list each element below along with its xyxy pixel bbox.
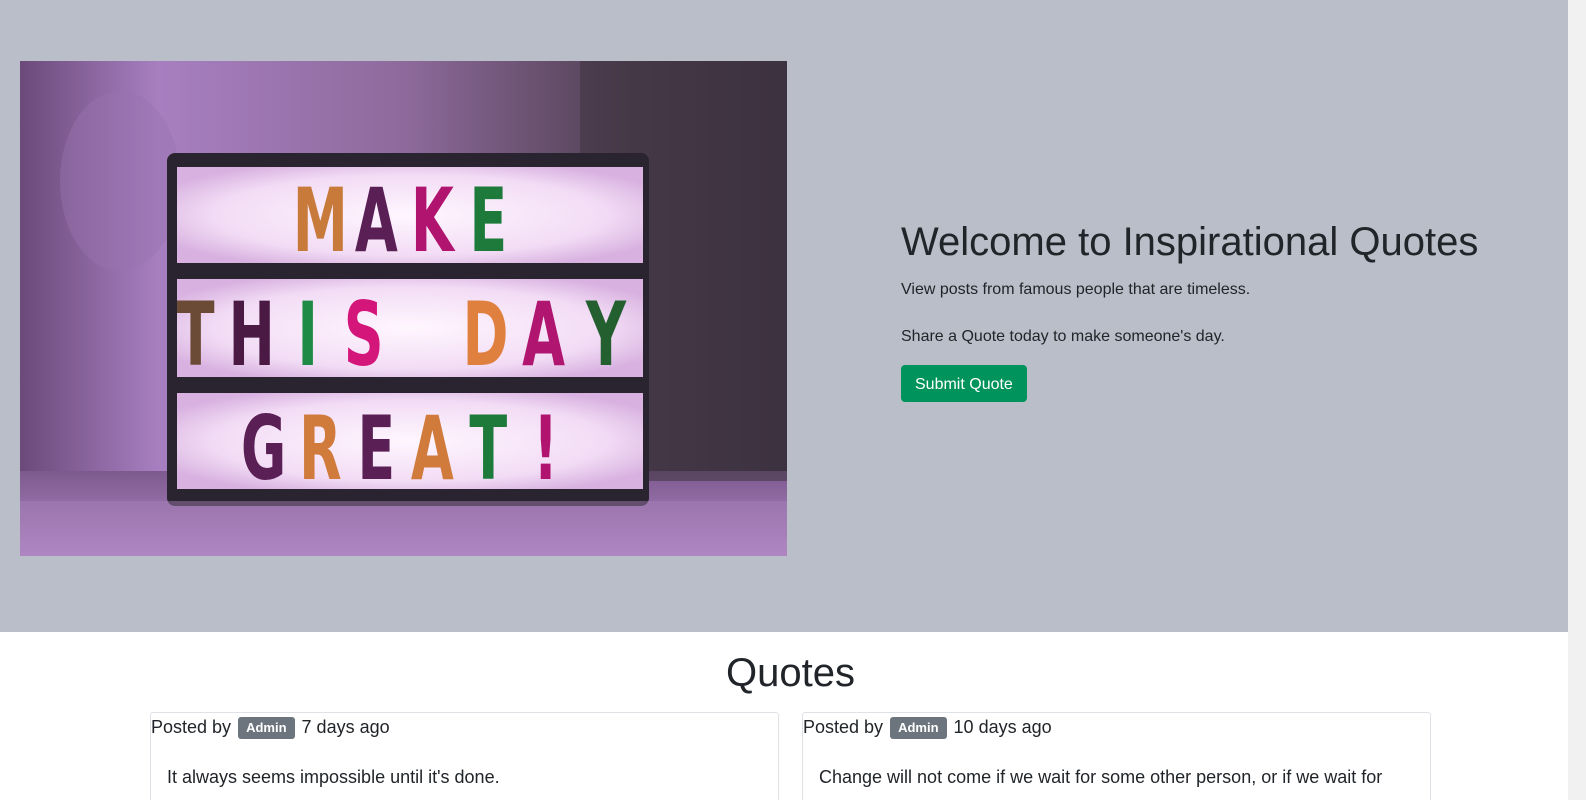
post-time: 7 days ago: [301, 717, 390, 737]
sign-letter: A: [411, 398, 454, 500]
sign-letter: A: [355, 170, 398, 272]
hero-section: M A K E T H I S D A Y G R E A T ! Welcom…: [0, 0, 1568, 632]
page: M A K E T H I S D A Y G R E A T ! Welcom…: [0, 0, 1568, 800]
quotes-title: Quotes: [726, 651, 855, 695]
hero-lead: View posts from famous people that are t…: [901, 281, 1251, 298]
hero-image: M A K E T H I S D A Y G R E A T !: [20, 61, 787, 556]
sign-letter: G: [241, 398, 286, 500]
hero-title: Welcome to Inspirational Quotes: [901, 220, 1479, 264]
sign-letter: I: [297, 284, 318, 386]
sign-letter: R: [299, 398, 342, 500]
quote-text: It always seems impossible until it's do…: [167, 767, 500, 787]
quotes-section: Quotes Posted by Admin 7 days ago It alw…: [0, 632, 1568, 800]
posted-by-label: Posted by: [151, 717, 232, 737]
sign-letter: S: [344, 284, 384, 386]
quote-card: Posted by Admin 7 days ago It always see…: [150, 712, 779, 800]
quote-card-header: Posted by Admin 10 days ago: [803, 715, 1052, 739]
post-time: 10 days ago: [953, 717, 1052, 737]
hero-lead-share: Share a Quote today to make someone's da…: [901, 328, 1225, 345]
hero-text: Welcome to Inspirational Quotes View pos…: [901, 218, 1541, 402]
page-scrollbar[interactable]: [1568, 0, 1586, 800]
author-badge: Admin: [890, 717, 947, 739]
sign-letter: M: [293, 170, 348, 272]
posted-by-label: Posted by: [803, 717, 884, 737]
sign-letter: T: [177, 284, 215, 386]
sign-letter: T: [469, 398, 507, 500]
sign-letter: H: [229, 284, 275, 386]
sign-letter: E: [357, 398, 395, 500]
sign-letter: !: [533, 398, 558, 500]
author-badge: Admin: [238, 717, 295, 739]
sign-letter: Y: [585, 284, 627, 386]
quote-card: Posted by Admin 10 days ago Change will …: [802, 712, 1431, 800]
quote-text: Change will not come if we wait for some…: [819, 767, 1383, 787]
sign-letter: A: [522, 284, 565, 386]
sign-letter: E: [469, 170, 507, 272]
sign-letter: K: [411, 170, 456, 272]
submit-quote-button[interactable]: Submit Quote: [901, 365, 1027, 402]
quote-card-header: Posted by Admin 7 days ago: [151, 715, 390, 739]
sign-letter: D: [462, 284, 508, 386]
